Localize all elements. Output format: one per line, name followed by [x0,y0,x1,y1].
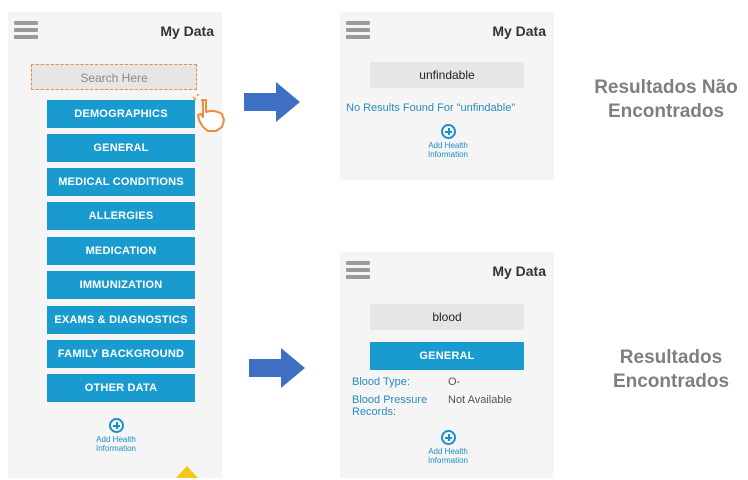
add-health-information-button[interactable]: Add Health Information [408,124,488,159]
top-bar: My Data [340,252,554,290]
add-health-information-button[interactable]: Add Health Information [76,418,156,453]
found-label-line2: Encontrados [612,371,730,392]
add-label-line2: Information [427,456,469,465]
pointing-hand-icon [192,94,225,132]
top-bar: My Data [8,12,222,50]
blood-type-label: Blood Type: [352,376,410,388]
blood-pressure-label: Blood Pressure Records: [352,394,427,418]
menu-button-demographics[interactable]: DEMOGRAPHICS [47,100,195,128]
plus-circle-icon [108,418,124,433]
arrow-right-icon-bottom [249,348,305,388]
yellow-triangle-icon [176,466,198,478]
hamburger-menu-icon[interactable] [14,21,38,39]
add-label-line1: Add Health [96,435,136,444]
found-label: Resultados Encontrados [596,346,746,394]
page-title: My Data [492,263,546,279]
hamburger-menu-icon[interactable] [346,261,370,279]
menu-button-allergies[interactable]: ALLERGIES [47,202,195,230]
general-section-button[interactable]: GENERAL [370,342,524,370]
not-found-label-line1: Resultados Não [594,77,738,98]
blood-pressure-value: Not Available [448,394,513,406]
hamburger-menu-icon[interactable] [346,21,370,39]
plus-circle-icon [440,430,456,445]
search-input[interactable]: Search Here [31,64,197,90]
add-label-line1: Add Health [428,447,468,456]
no-results-message: No Results Found For "unfindable" [346,102,516,114]
menu-button-general[interactable]: GENERAL [47,134,195,162]
menu-button-exams-diagnostics[interactable]: EXAMS & DIAGNOSTICS [47,306,195,334]
search-input[interactable]: unfindable [370,62,524,88]
results-screen: My Data blood GENERAL Blood Type: O- Blo… [340,252,554,478]
search-input[interactable]: blood [370,304,524,330]
menu-button-family-background[interactable]: FAMILY BACKGROUND [47,340,195,368]
add-label-line2: Information [95,444,137,453]
top-bar: My Data [340,12,554,50]
menu-button-other-data[interactable]: OTHER DATA [47,374,195,402]
not-found-label: Resultados Não Encontrados [586,76,746,124]
page-title: My Data [492,23,546,39]
not-found-label-line2: Encontrados [607,101,725,122]
found-label-line1: Resultados [619,347,723,368]
no-results-screen: My Data unfindable No Results Found For … [340,12,554,180]
plus-circle-icon [440,124,456,139]
blood-type-value: O- [448,376,461,388]
menu-button-medication[interactable]: MEDICATION [47,237,195,265]
add-health-information-button[interactable]: Add Health Information [408,430,488,465]
menu-button-immunization[interactable]: IMMUNIZATION [47,271,195,299]
menu-button-medical-conditions[interactable]: MEDICAL CONDITIONS [47,168,195,196]
page-title: My Data [160,23,214,39]
add-label-line2: Information [427,150,469,159]
blood-pressure-label-line2: Records: [352,406,397,418]
arrow-right-icon-top [244,82,300,122]
left-screen: My Data Search Here DEMOGRAPHICS GENERAL… [8,12,222,478]
blood-pressure-label-line1: Blood Pressure [352,394,428,406]
add-label-line1: Add Health [428,141,468,150]
